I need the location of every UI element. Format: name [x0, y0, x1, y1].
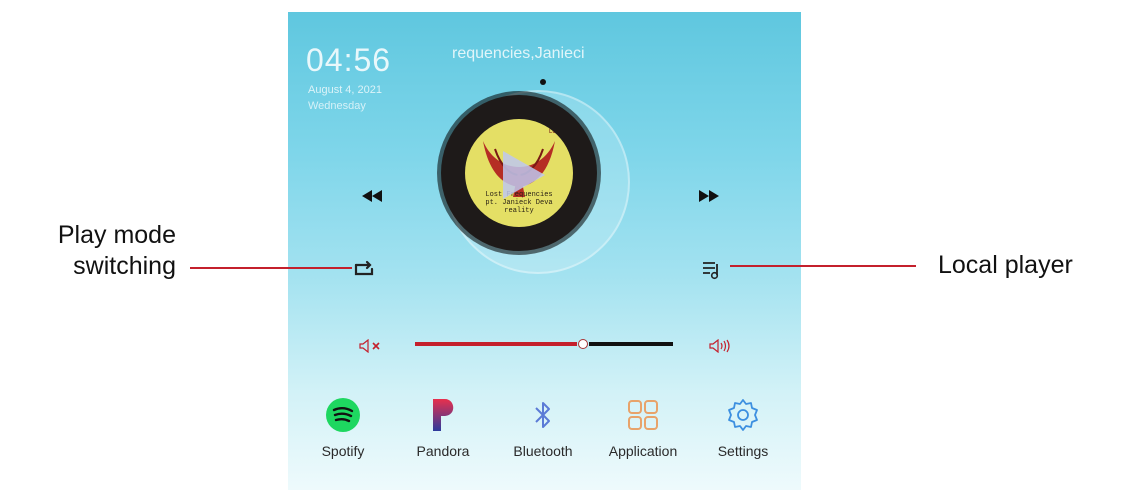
callout-play-mode-line2: switching [73, 252, 176, 280]
album-line-3: reality [504, 207, 534, 215]
clock-weekday: Wednesday [308, 100, 366, 112]
rewind-icon[interactable] [361, 189, 383, 208]
album-disc[interactable]: 18 LO Lost Frequencies pt. Janieck Deva … [441, 95, 597, 251]
dock-label-pandora: Pandora [416, 443, 470, 459]
apps-grid-icon [628, 400, 658, 430]
dock-spotify[interactable]: Spotify [303, 397, 383, 459]
callout-local-player: Local player [938, 251, 1073, 279]
volume-slider[interactable] [415, 339, 673, 349]
spotify-icon [326, 398, 360, 432]
disc-position-dot [540, 79, 546, 85]
dock-pandora[interactable]: Pandora [403, 397, 483, 459]
bluetooth-icon [535, 402, 550, 428]
fast-forward-icon[interactable] [698, 189, 720, 208]
pandora-icon [433, 399, 454, 431]
head-unit-screen: 04:56 August 4, 2021 Wednesday requencie… [288, 12, 801, 490]
speaker-loud-icon[interactable] [708, 338, 736, 358]
callout-line-play-mode [190, 267, 352, 269]
play-icon[interactable] [497, 147, 549, 203]
volume-knob[interactable] [578, 339, 588, 349]
clock-time: 04:56 [306, 42, 392, 78]
callout-play-mode: Play mode switching [20, 220, 176, 282]
callout-play-mode-line1: Play mode [57, 221, 176, 249]
volume-track [589, 342, 673, 346]
svg-text:18: 18 [471, 130, 480, 139]
gear-icon [728, 399, 758, 431]
svg-text:LO: LO [549, 129, 557, 135]
dock-label-settings: Settings [717, 443, 769, 459]
volume-fill [415, 342, 577, 346]
callout-line-local-player [730, 265, 916, 267]
dock-label-application: Application [608, 443, 678, 459]
repeat-icon[interactable] [352, 260, 376, 283]
dock-bluetooth[interactable]: Bluetooth [503, 397, 583, 459]
clock-date: August 4, 2021 [308, 84, 383, 96]
music-list-icon[interactable] [701, 260, 723, 285]
dock-application[interactable]: Application [603, 397, 683, 459]
track-title: requencies,Janieci [452, 45, 585, 62]
dock-label-spotify: Spotify [321, 443, 365, 459]
dock-settings[interactable]: Settings [703, 397, 783, 459]
speaker-mute-icon[interactable] [358, 338, 386, 358]
dock-label-bluetooth: Bluetooth [513, 443, 573, 459]
